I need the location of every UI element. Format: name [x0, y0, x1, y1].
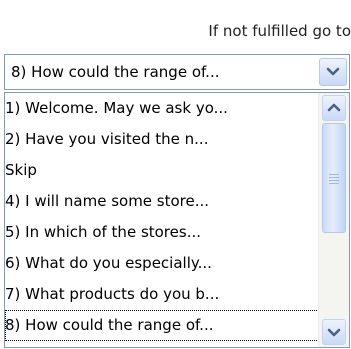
list-item[interactable]: 5) In which of the stores...: [5, 217, 321, 248]
thumb-grip-line: [329, 177, 339, 178]
dropdown-button[interactable]: [319, 58, 347, 86]
chevron-down-icon: [326, 67, 340, 76]
goto-question-combobox[interactable]: 8) How could the range of...: [4, 54, 350, 90]
vertical-scrollbar[interactable]: [318, 93, 349, 347]
list-item-selected[interactable]: 8) How could the range of...: [5, 310, 321, 341]
scroll-down-button[interactable]: [322, 319, 346, 345]
chevron-down-icon: [327, 328, 341, 337]
combobox-selected-value: 8) How could the range of...: [11, 63, 220, 81]
list-item[interactable]: 1) Welcome. May we ask yo...: [5, 93, 321, 124]
listbox-items: 1) Welcome. May we ask yo... 2) Have you…: [5, 93, 321, 341]
scroll-up-button[interactable]: [322, 95, 346, 121]
chevron-up-icon: [327, 103, 341, 112]
scrollbar-thumb[interactable]: [322, 123, 346, 233]
list-item[interactable]: 6) What do you especially...: [5, 248, 321, 279]
thumb-grip-line: [329, 183, 339, 184]
list-item[interactable]: 4) I will name some store...: [5, 186, 321, 217]
list-item[interactable]: Skip: [5, 155, 321, 186]
dropdown-listbox[interactable]: 1) Welcome. May we ask yo... 2) Have you…: [4, 92, 350, 348]
column-header-label: If not fulfilled go to: [208, 22, 351, 40]
list-item[interactable]: 7) What products do you b...: [5, 279, 321, 310]
thumb-grip-line: [329, 174, 339, 175]
thumb-grip-line: [329, 180, 339, 181]
list-item[interactable]: 2) Have you visited the n...: [5, 124, 321, 155]
